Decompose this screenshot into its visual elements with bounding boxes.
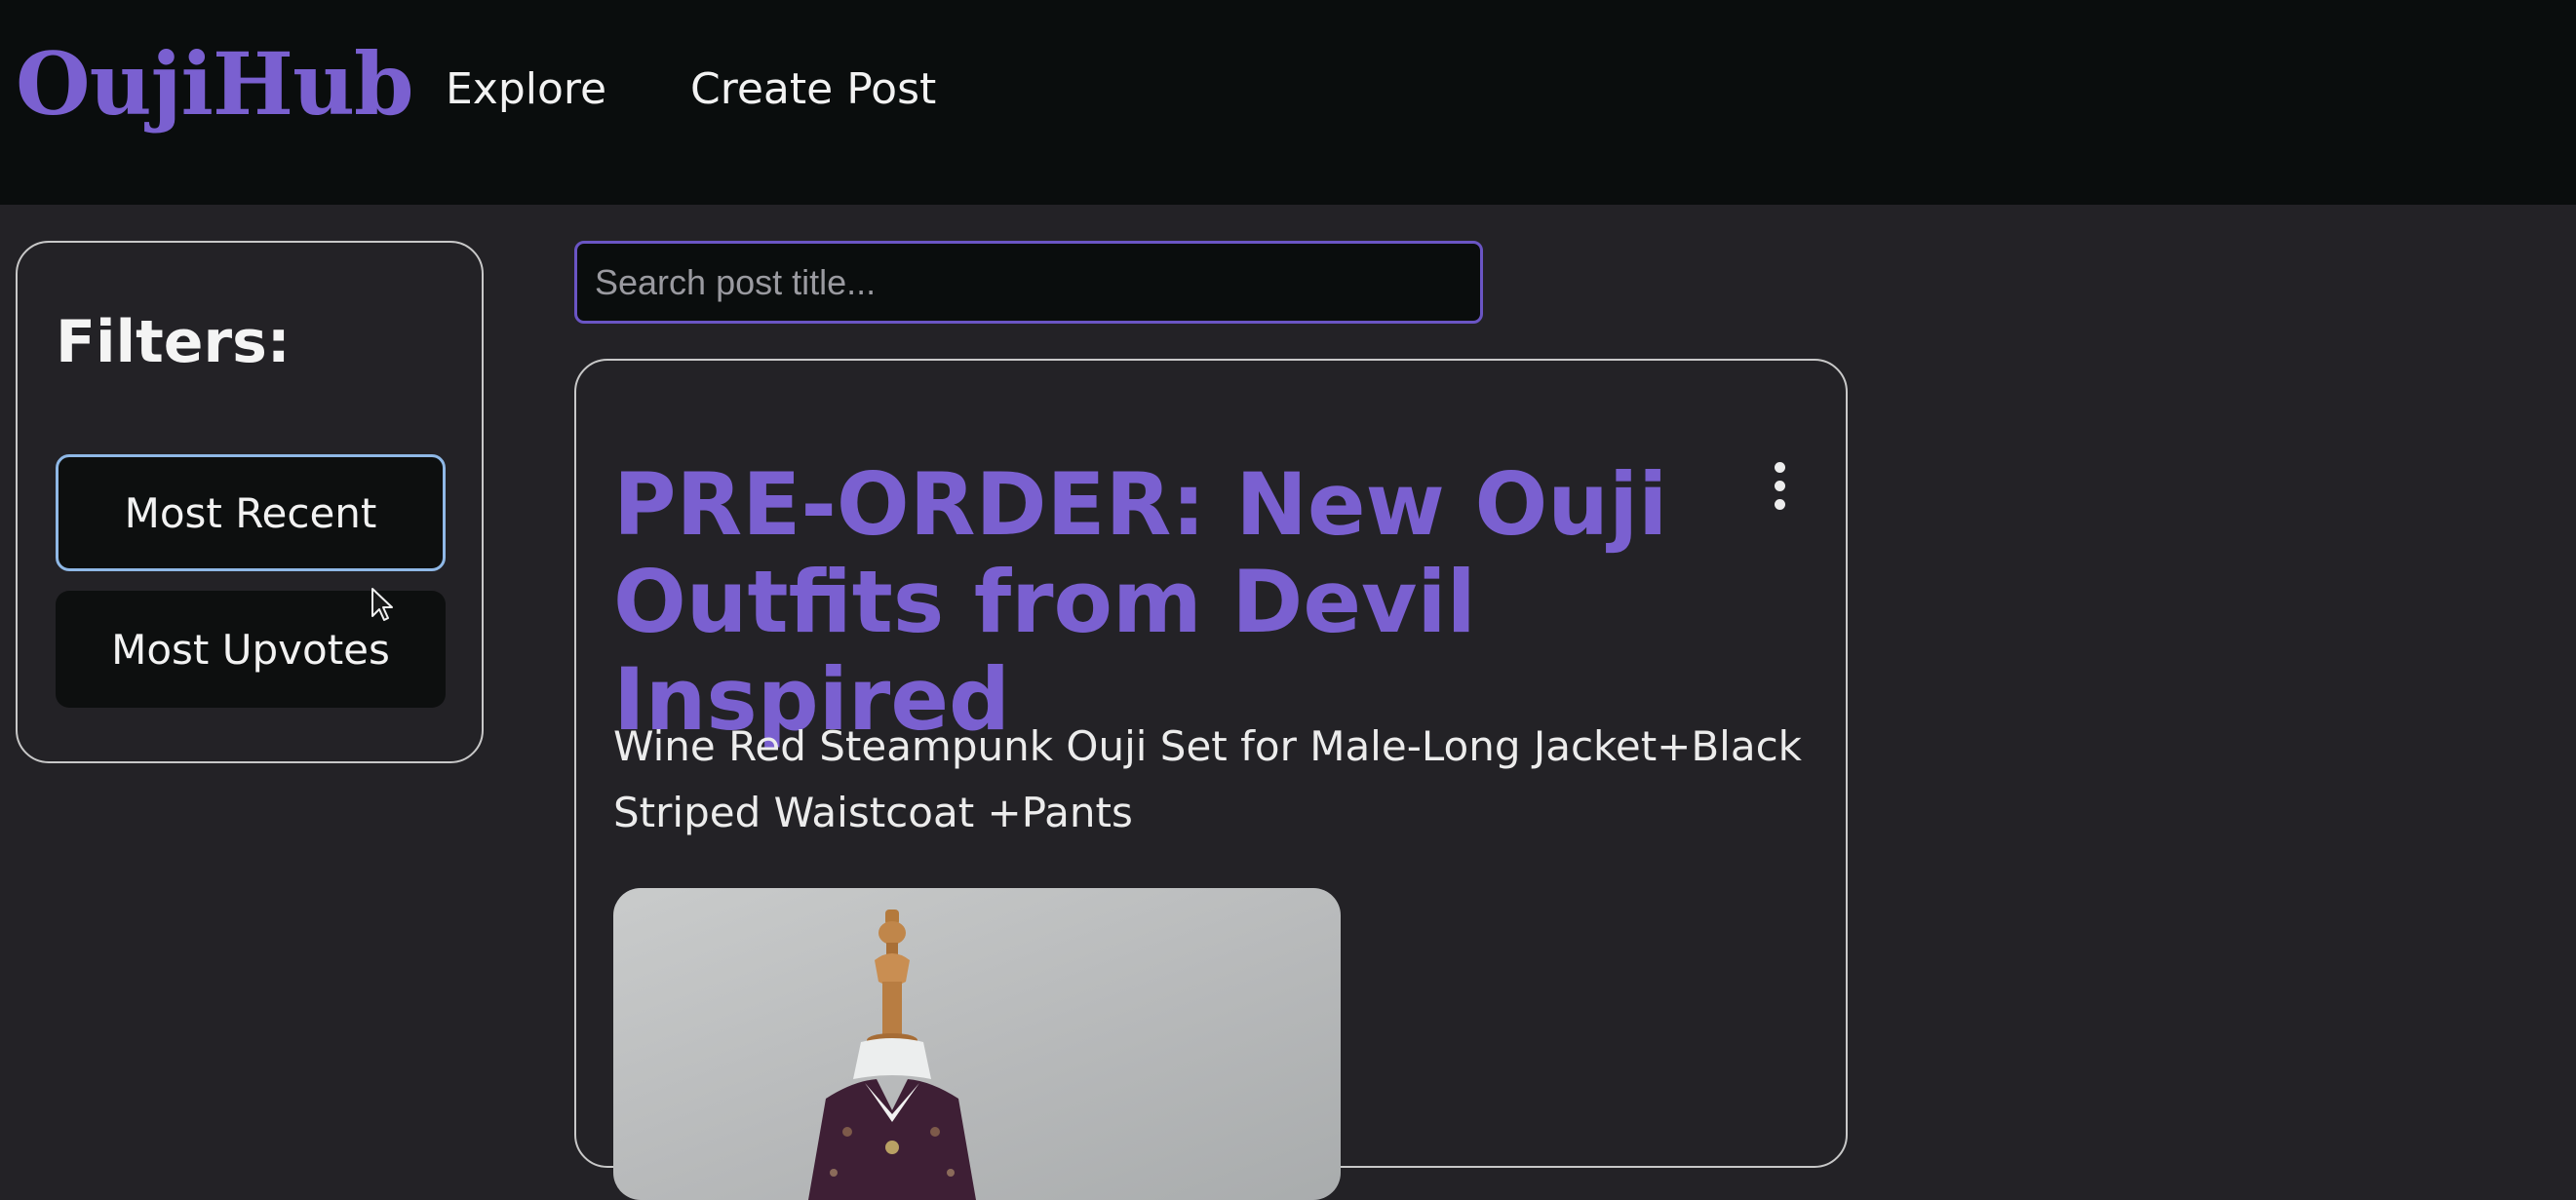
more-vertical-icon[interactable] <box>1770 462 1789 517</box>
navbar: OujiHub Explore Create Post <box>0 0 2576 205</box>
post-card[interactable]: PRE-ORDER: New Ouji Outfits from Devil I… <box>574 359 1848 1200</box>
filter-most-recent-button[interactable]: Most Recent <box>56 454 446 571</box>
nav-create-post-link[interactable]: Create Post <box>690 68 936 111</box>
mannequin-outfit-photo <box>808 910 976 1200</box>
filters-panel: Filters: Most Recent Most Upvotes <box>16 241 484 763</box>
post-description: Wine Red Steampunk Ouji Set for Male-Lon… <box>613 722 1803 836</box>
site-logo[interactable]: OujiHub <box>16 41 414 127</box>
filters-title: Filters: <box>56 308 291 376</box>
post-image[interactable] <box>613 888 1341 1200</box>
search-input[interactable] <box>574 241 1483 324</box>
post-title[interactable]: PRE-ORDER: New Ouji Outfits from Devil I… <box>613 456 1744 749</box>
mouse-cursor-icon <box>371 588 393 621</box>
nav-explore-link[interactable]: Explore <box>446 68 606 111</box>
